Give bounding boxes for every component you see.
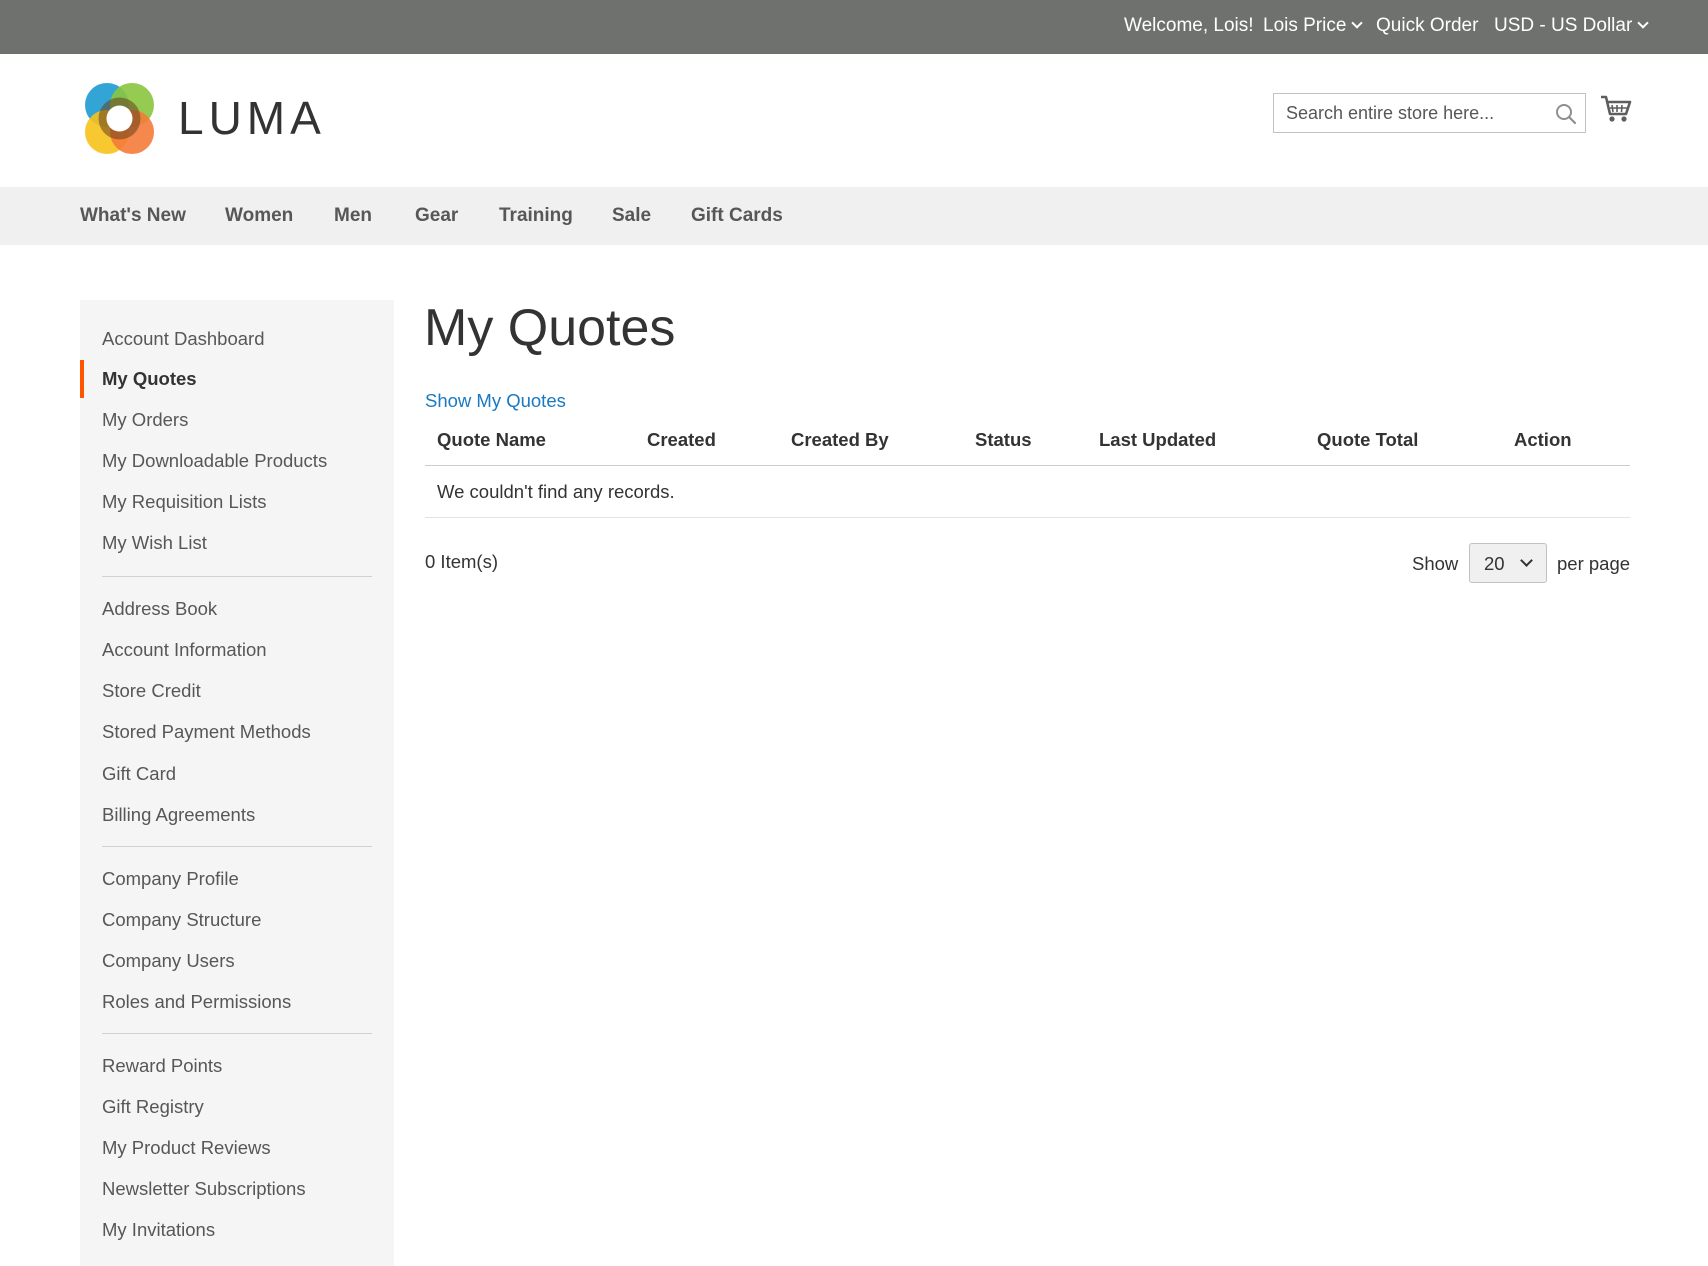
chevron-down-icon	[1520, 554, 1533, 567]
sidebar-item-company-users[interactable]: Company Users	[102, 949, 235, 973]
currency-switcher[interactable]: USD - US Dollar	[1494, 14, 1649, 38]
main-navigation: What's New Women Men Gear Training Sale …	[0, 187, 1708, 245]
per-page-label: per page	[1557, 553, 1631, 574]
column-header-quote-total: Quote Total	[1317, 429, 1419, 450]
search-box	[1273, 93, 1586, 133]
search-icon[interactable]	[1554, 102, 1578, 126]
active-indicator	[80, 360, 84, 398]
sidebar-item-store-credit[interactable]: Store Credit	[102, 679, 201, 703]
sidebar-item-gift-registry[interactable]: Gift Registry	[102, 1095, 204, 1119]
sidebar-divider	[102, 846, 372, 847]
account-name: Lois Price	[1263, 15, 1347, 36]
sidebar-item-company-profile[interactable]: Company Profile	[102, 867, 239, 891]
table-header-divider	[425, 465, 1630, 466]
sidebar-item-billing-agreements[interactable]: Billing Agreements	[102, 803, 255, 827]
sidebar-divider	[102, 1033, 372, 1034]
sidebar-item-my-invitations[interactable]: My Invitations	[102, 1218, 215, 1242]
sidebar-item-stored-payment-methods[interactable]: Stored Payment Methods	[102, 720, 311, 744]
column-header-action: Action	[1514, 429, 1572, 450]
sidebar-item-gift-card[interactable]: Gift Card	[102, 762, 176, 786]
cart-icon[interactable]	[1600, 94, 1632, 124]
account-menu[interactable]: Lois Price	[1263, 14, 1364, 38]
per-page-select[interactable]: 20	[1469, 543, 1547, 583]
chevron-down-icon	[1637, 17, 1649, 29]
sidebar-item-address-book[interactable]: Address Book	[102, 597, 217, 621]
sidebar-item-account-information[interactable]: Account Information	[102, 638, 267, 662]
account-sidebar: Account Dashboard My Quotes My Orders My…	[80, 300, 394, 1266]
empty-message: We couldn't find any records.	[437, 481, 675, 502]
show-my-quotes-link[interactable]: Show My Quotes	[425, 389, 566, 413]
table-row-divider	[425, 517, 1630, 518]
welcome-message: Welcome, Lois!	[1124, 15, 1254, 36]
sidebar-item-my-quotes[interactable]: My Quotes	[102, 367, 197, 391]
item-count: 0 Item(s)	[425, 551, 498, 572]
nav-item-women[interactable]: Women	[225, 204, 293, 228]
sidebar-item-account-dashboard[interactable]: Account Dashboard	[102, 327, 265, 351]
sidebar-divider	[102, 576, 372, 577]
column-header-created-by: Created By	[791, 429, 889, 450]
sidebar-item-my-requisition-lists[interactable]: My Requisition Lists	[102, 490, 267, 514]
show-label: Show	[1412, 553, 1459, 574]
nav-item-sale[interactable]: Sale	[612, 204, 651, 228]
nav-item-training[interactable]: Training	[499, 204, 573, 228]
nav-item-gift-cards[interactable]: Gift Cards	[691, 204, 783, 228]
column-header-last-updated: Last Updated	[1099, 429, 1217, 450]
logo-text: LUMA	[178, 92, 326, 144]
search-input[interactable]	[1274, 94, 1544, 132]
column-header-quote-name: Quote Name	[437, 429, 546, 450]
sidebar-item-company-structure[interactable]: Company Structure	[102, 908, 261, 932]
currency-label: USD - US Dollar	[1494, 15, 1633, 36]
quick-order-link[interactable]: Quick Order	[1376, 14, 1478, 38]
nav-item-men[interactable]: Men	[334, 204, 372, 228]
column-header-status: Status	[975, 429, 1032, 450]
sidebar-item-my-orders[interactable]: My Orders	[102, 408, 188, 432]
sidebar-item-my-downloadable-products[interactable]: My Downloadable Products	[102, 449, 327, 473]
sidebar-item-reward-points[interactable]: Reward Points	[102, 1054, 222, 1078]
sidebar-item-roles-and-permissions[interactable]: Roles and Permissions	[102, 990, 291, 1014]
sidebar-item-my-wish-list[interactable]: My Wish List	[102, 531, 207, 555]
nav-item-gear[interactable]: Gear	[415, 204, 458, 228]
top-bar: Welcome, Lois! Lois Price Quick Order US…	[0, 0, 1708, 54]
sidebar-item-newsletter-subscriptions[interactable]: Newsletter Subscriptions	[102, 1177, 306, 1201]
column-header-created: Created	[647, 429, 716, 450]
nav-item-whats-new[interactable]: What's New	[80, 204, 186, 228]
chevron-down-icon	[1351, 17, 1364, 29]
page-title: My Quotes	[424, 299, 676, 357]
per-page-value: 20	[1484, 553, 1505, 574]
sidebar-item-my-product-reviews[interactable]: My Product Reviews	[102, 1136, 271, 1160]
